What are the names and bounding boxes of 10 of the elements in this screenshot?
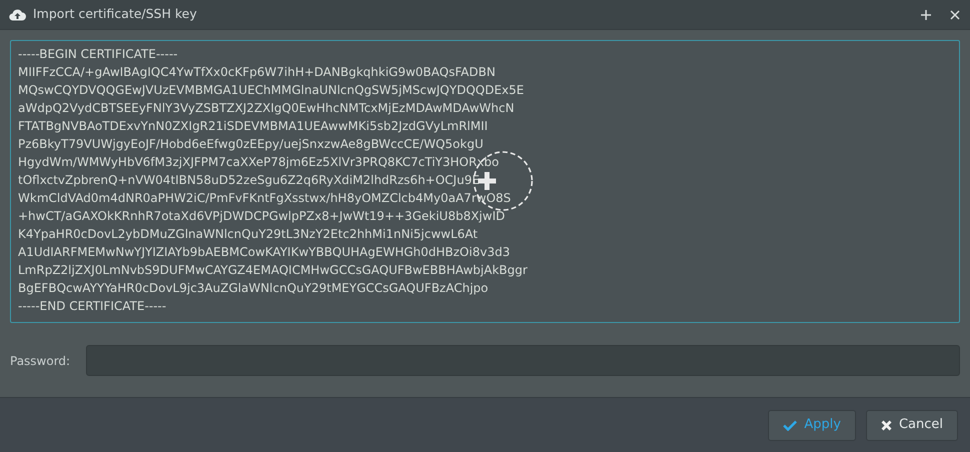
plus-icon[interactable] <box>921 10 931 20</box>
password-label: Password: <box>10 352 70 370</box>
password-field[interactable] <box>86 345 960 376</box>
cloud-upload-icon <box>9 8 26 21</box>
close-icon[interactable] <box>950 10 960 20</box>
window-title: Import certificate/SSH key <box>33 5 198 24</box>
check-icon <box>783 420 798 430</box>
certificate-field[interactable]: -----BEGIN CERTIFICATE----- MIIFFzCCA/+gAwIBAgIQC4YwTfXx0cKFp6W7ihH+DANBgkqhkiG9w0BAQsFADBN MQswCQYDVQQGEwJVUzEVMBMGA1UEChMMGlnaUNlcnQgSW5jMScwJQYDQQDEx5E aWdpQ2VydCBTSEEyFNlY3VyZSBTZXJ2ZXIgQ0EwHhcNMTcxMjEzMDAwMDAwWhcN FTATBgNVBAoTDExvYnN0ZXIgR21iSDEVMBMA1UEAwwMKi5sb2JzdGVyLmRlMII Pz6BkyT79VUWjgyEoJF/Hobd6eEfwg0zEEpy/uejSnxzwAe8gBWccCE/WQ5okgU HgydWm/WMWyHbV6fM3zjXJFPM7caXXeP78jm6Ez5XlVr3PRQ8KC7cTiY3HORxbo tOflxctvZpbrenQ+nVW04tIBN58uD52zeSgu6Z2q6RyXdiM2lhdRzs6h+OCJu9E WkmCldVAd0m4dNR0aPHW2iC/PmFvFKntFgXsstwx/hH8yOMZClcb4My0aA7rwO8S +hwCT/aGAXOkKRnhR7otaXd6VPjDWDCPGwlpPZx8+JwWt19++3GekiU8b8XjwID K4YpaHR0cDovL2ybDMuZGlnaWNlcnQuY29tL3NzY2Etc2hhMi1nNi5jcwwL6At A1UdIARFMEMwNwYJYIZIAYb9bAEBMCowKAYIKwYBBQUHAgEWHGh0dHBzOi8v3d3 LmRpZ2ljZXJ0LmNvbS9DUFMwCAYGZ4EMAQICMHwGCCsGAQUFBwEBBHAwbjAkBggr BgEFBQcwAYYYaHR0cDovL9jc3AuZGlaWNlcnQuY29tMEYGCCsGAQUFBzAChjpo -----END CERTIFICATE----- <box>10 40 960 323</box>
close-icon <box>880 420 892 430</box>
cancel-button[interactable]: Cancel <box>866 410 958 440</box>
